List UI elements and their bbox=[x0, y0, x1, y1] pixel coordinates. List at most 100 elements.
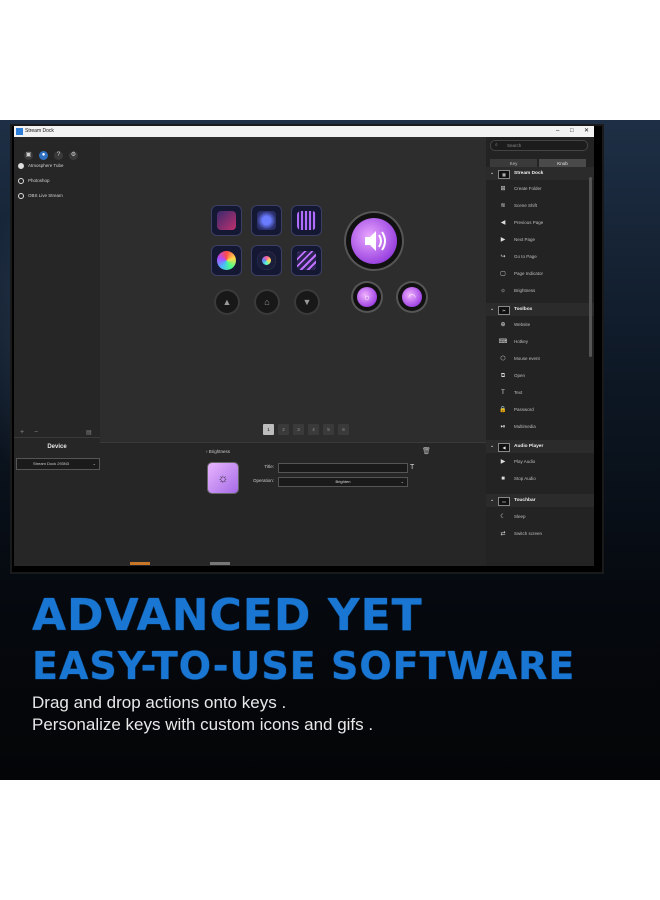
action-item[interactable]: ▶ Play Audio bbox=[486, 454, 594, 470]
action-label: Hotkey bbox=[514, 339, 529, 344]
action-item[interactable]: ☾ Sleep bbox=[486, 509, 594, 525]
left-toolbar: ▣ ●? ⚙ bbox=[24, 143, 84, 161]
key-color-ring[interactable] bbox=[252, 246, 281, 275]
action-label: Go to Page bbox=[514, 254, 537, 259]
action-label: Play Audio bbox=[514, 459, 536, 464]
close-button[interactable]: ✕ bbox=[584, 126, 589, 137]
keyboard-icon: ⌨ bbox=[498, 339, 508, 345]
promo-banner: Stream Dock – □ ✕ ▣ ●? ⚙ Atmosphere Tube P… bbox=[0, 120, 660, 780]
action-label: Page Indicator bbox=[514, 271, 544, 276]
action-label: Stop Audio bbox=[514, 476, 536, 481]
action-item[interactable]: ■ Stop Audio bbox=[486, 471, 594, 487]
action-item[interactable]: 🔒 Password bbox=[486, 402, 594, 418]
knob-button-home[interactable]: ⌂ bbox=[256, 291, 278, 313]
rainbow-icon bbox=[217, 251, 236, 270]
help-icon[interactable]: ? bbox=[54, 151, 63, 160]
search-input[interactable]: ⌕ Search bbox=[490, 140, 588, 151]
title-input[interactable] bbox=[278, 463, 408, 473]
headline-line-2: EASY-TO-USE SOFTWARE bbox=[32, 644, 576, 688]
action-item[interactable]: ⏯ Multimedia bbox=[486, 419, 594, 435]
add-profile-button[interactable]: + bbox=[20, 429, 24, 436]
knob-button-up[interactable]: ▲ bbox=[216, 291, 238, 313]
device-section: + − ▤ Device Stream Dock 293N3 ⌄ bbox=[14, 429, 100, 566]
action-item[interactable]: ⬡ Mouse event bbox=[486, 351, 594, 367]
category-toolbox[interactable]: ⌄ ✂ Toolbox bbox=[486, 303, 594, 316]
page-button[interactable]: 6 bbox=[338, 424, 349, 435]
sun-icon: ☼ bbox=[500, 288, 506, 294]
action-label: Multimedia bbox=[514, 424, 536, 429]
action-item[interactable]: ▢ Page Indicator bbox=[486, 266, 594, 282]
action-item[interactable]: ⇄ Switch screen bbox=[486, 526, 594, 542]
radio-selected-icon[interactable] bbox=[18, 163, 24, 169]
knob-headphones[interactable]: ◠ bbox=[398, 283, 426, 311]
stop-icon: ■ bbox=[501, 476, 505, 482]
trash-icon[interactable]: 🗑 bbox=[422, 447, 431, 455]
action-label: Mouse event bbox=[514, 356, 540, 361]
action-item[interactable]: ▶ Next Page bbox=[486, 232, 594, 248]
action-item[interactable]: ⊕ Website bbox=[486, 317, 594, 333]
user-icon[interactable]: ● bbox=[39, 151, 48, 160]
equalizer-icon bbox=[297, 211, 316, 230]
operation-value: Brighten bbox=[335, 479, 351, 484]
chevron-down-icon: ⌄ bbox=[92, 461, 96, 466]
profiles-panel: ▣ ●? ⚙ Atmosphere Tube Photoshop OBS Live … bbox=[14, 137, 100, 566]
radio-icon[interactable] bbox=[18, 178, 24, 184]
page-button[interactable]: 5 bbox=[323, 424, 334, 435]
chevron-down-icon: ⌄ bbox=[490, 171, 495, 176]
chevron-up-icon: ▲ bbox=[222, 297, 232, 307]
action-label: Next Page bbox=[514, 237, 536, 242]
category-stream-dock[interactable]: ⌄ ▦ Stream Dock bbox=[486, 167, 594, 180]
action-item[interactable]: ≋ Scene Shift bbox=[486, 198, 594, 214]
key-stripes[interactable] bbox=[292, 246, 321, 275]
action-item[interactable]: T Text bbox=[486, 385, 594, 401]
profile-menu-icon[interactable]: ▤ bbox=[86, 429, 92, 436]
key-equalizer[interactable] bbox=[292, 206, 321, 235]
action-label: Sleep bbox=[514, 514, 526, 519]
action-item[interactable]: ⌨ Hotkey bbox=[486, 334, 594, 350]
category-touchbar[interactable]: ⌄ ▭ Touchbar bbox=[486, 494, 594, 507]
key-dots[interactable] bbox=[252, 206, 281, 235]
profile-label: OBS Live Stream bbox=[28, 193, 63, 199]
moon-icon: ☾ bbox=[500, 514, 506, 520]
action-item[interactable]: ↪ Go to Page bbox=[486, 249, 594, 265]
category-audio-player[interactable]: ⌄ ◀ Audio Player bbox=[486, 440, 594, 453]
actions-scrollbar[interactable] bbox=[589, 177, 592, 357]
page-button[interactable]: 4 bbox=[308, 424, 319, 435]
page-button[interactable]: 1 bbox=[263, 424, 274, 435]
maximize-button[interactable]: □ bbox=[570, 126, 574, 137]
profile-item[interactable]: Photoshop bbox=[18, 178, 50, 184]
operation-select[interactable]: Brighten ⌄ bbox=[278, 477, 408, 487]
color-ring-icon bbox=[257, 251, 276, 270]
action-item[interactable]: ⧉ Open bbox=[486, 368, 594, 384]
action-item[interactable]: ⊞ Create Folder bbox=[486, 181, 594, 197]
sun-plus-icon: ☼ bbox=[217, 471, 229, 485]
key-rainbow[interactable] bbox=[212, 246, 241, 275]
key-power[interactable] bbox=[212, 206, 241, 235]
speaker-icon: ◀ bbox=[498, 443, 510, 452]
action-label: Scene Shift bbox=[514, 203, 538, 208]
search-icon: ⌕ bbox=[495, 142, 498, 148]
profile-item[interactable]: OBS Live Stream bbox=[18, 193, 63, 199]
chevron-down-icon: ⌄ bbox=[490, 444, 495, 449]
cube-icon[interactable]: ▣ bbox=[24, 151, 33, 160]
action-item[interactable]: ◀ Previous Page bbox=[486, 215, 594, 231]
category-label: Stream Dock bbox=[514, 171, 544, 176]
text-style-icon[interactable]: T bbox=[410, 464, 414, 471]
knob-brightness[interactable]: ☼ bbox=[353, 283, 381, 311]
radio-icon[interactable] bbox=[18, 193, 24, 199]
headphones-icon: ◠ bbox=[402, 287, 422, 307]
device-select[interactable]: Stream Dock 293N3 ⌄ bbox=[16, 458, 100, 470]
profile-item[interactable]: Atmosphere Tube bbox=[18, 163, 64, 169]
page-button[interactable]: 2 bbox=[278, 424, 289, 435]
device-heading: Device bbox=[47, 444, 67, 450]
dots-ring-icon bbox=[257, 211, 276, 230]
knob-button-down[interactable]: ▼ bbox=[296, 291, 318, 313]
arrow-right-circle-icon: ▶ bbox=[500, 237, 506, 243]
settings-icon[interactable]: ⚙ bbox=[69, 151, 78, 160]
remove-profile-button[interactable]: − bbox=[34, 429, 38, 436]
action-item[interactable]: ☼ Brightness bbox=[486, 283, 594, 299]
page-button[interactable]: 3 bbox=[293, 424, 304, 435]
touchbar-icon: ▭ bbox=[498, 497, 510, 506]
knob-volume[interactable] bbox=[346, 213, 402, 269]
minimize-button[interactable]: – bbox=[556, 126, 559, 137]
